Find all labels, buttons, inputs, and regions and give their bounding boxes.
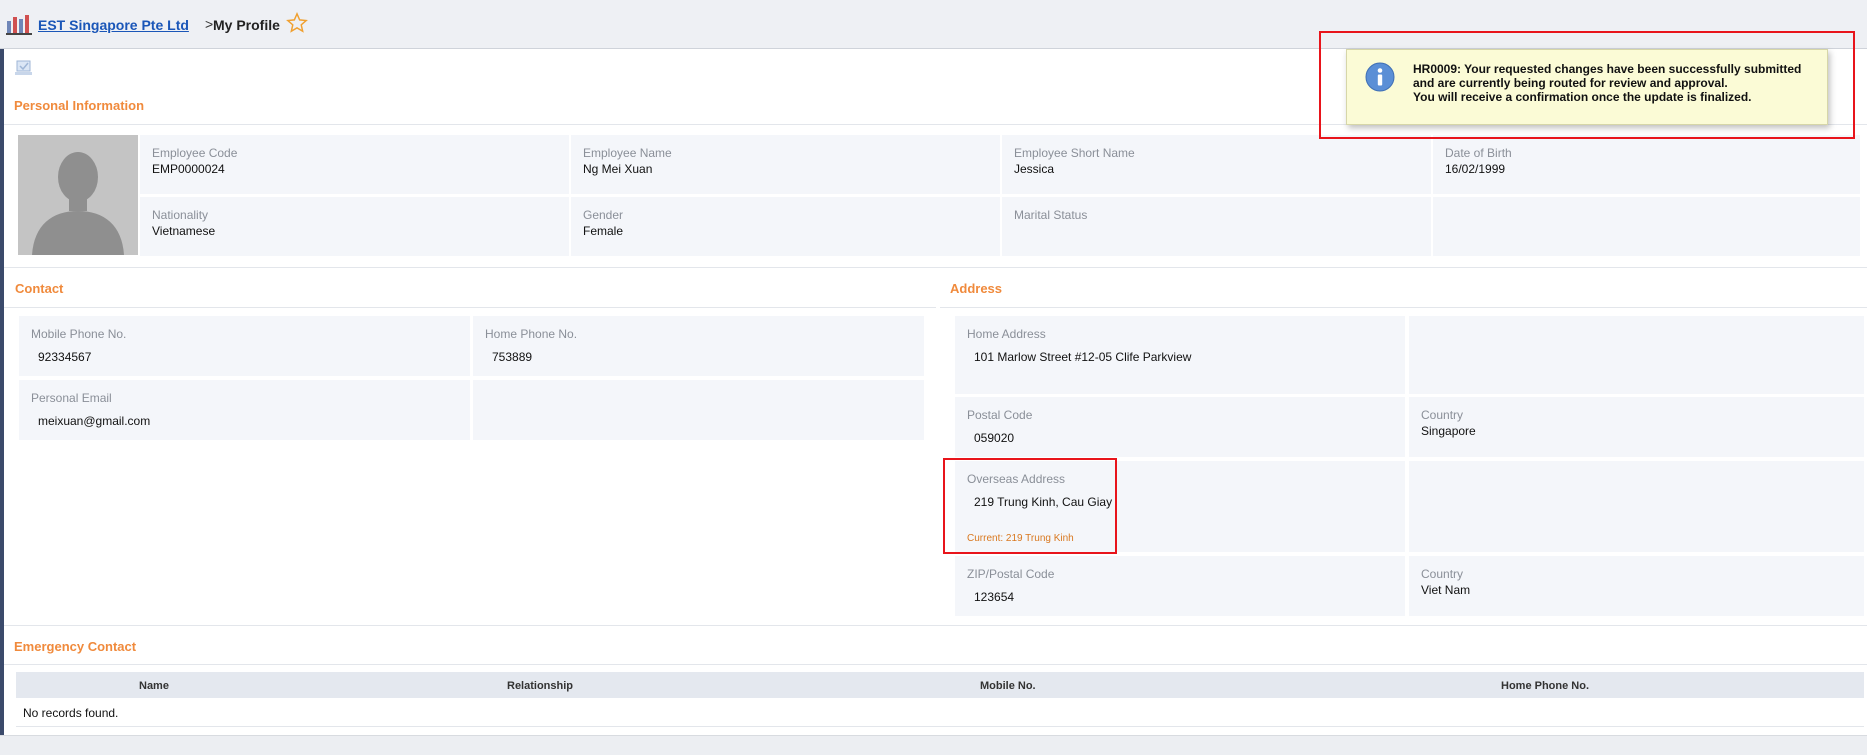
field-label: Country [1421,567,1464,581]
field-label: Employee Short Name [1014,146,1135,160]
divider [4,664,1867,665]
field-country: Country Singapore [1409,397,1864,457]
field-home-phone: Home Phone No. 753889 [473,316,924,376]
highlight-box-overseas [943,458,1117,554]
page-title: My Profile [213,17,280,33]
checkbox-icon[interactable] [14,60,34,76]
avatar-placeholder [18,135,138,255]
field-label: Postal Code [967,408,1033,422]
field-nationality: Nationality Vietnamese [140,197,569,256]
field-postal-code: Postal Code 059020 [955,397,1405,457]
field-value: 059020 [974,431,1015,445]
field-value: meixuan@gmail.com [38,414,151,428]
field-value: EMP0000024 [152,162,225,176]
field-label: Personal Email [31,391,112,405]
field-empty [473,380,924,440]
breadcrumb-separator: > [205,16,214,32]
field-label: ZIP/Postal Code [967,567,1055,581]
field-label: Gender [583,208,624,222]
section-title-personal: Personal Information [14,98,145,113]
field-value: Vietnamese [152,224,216,238]
field-marital-status: Marital Status [1002,197,1431,256]
field-value: Jessica [1014,162,1055,176]
field-gender: Gender Female [571,197,1000,256]
field-value: 753889 [492,350,533,364]
company-logo-icon [6,15,32,35]
field-label: Employee Name [583,146,672,160]
field-employee-short-name: Employee Short Name Jessica [1002,135,1431,194]
field-employee-code: Employee Code EMP0000024 [140,135,569,194]
divider [4,307,936,308]
field-value: 92334567 [38,350,92,364]
section-title-contact: Contact [15,281,64,296]
field-value: Ng Mei Xuan [583,162,653,176]
field-value: 123654 [974,590,1015,604]
field-label: Marital Status [1014,208,1088,222]
field-label: Country [1421,408,1464,422]
section-title-address: Address [950,281,1003,296]
divider [4,625,1867,626]
field-value: Female [583,224,624,238]
field-empty [1409,461,1864,552]
field-date-of-birth: Date of Birth 16/02/1999 [1433,135,1860,194]
field-label: Home Address [967,327,1046,341]
company-link[interactable]: EST Singapore Pte Ltd [38,17,189,33]
divider [16,726,1864,727]
field-zip-postal-code: ZIP/Postal Code 123654 [955,556,1405,616]
field-label: Home Phone No. [485,327,578,341]
column-header-name[interactable]: Name [139,680,169,692]
field-overseas-country: Country Viet Nam [1409,556,1864,616]
field-empty [1433,197,1860,256]
field-label: Nationality [152,208,209,222]
column-header-home-phone[interactable]: Home Phone No. [1501,680,1589,692]
table-header: Name Relationship Mobile No. Home Phone … [16,672,1864,698]
field-empty [1409,316,1864,394]
field-value: Viet Nam [1421,583,1471,597]
section-title-emergency: Emergency Contact [14,639,137,654]
field-mobile-phone: Mobile Phone No. 92334567 [19,316,470,376]
table-empty-message: No records found. [23,706,119,720]
divider [940,307,1867,308]
field-label: Employee Code [152,146,238,160]
field-label: Mobile Phone No. [31,327,127,341]
divider [4,267,1867,268]
avatar-silhouette-icon [18,135,138,255]
column-header-mobile[interactable]: Mobile No. [980,680,1036,692]
field-value: 101 Marlow Street #12-05 Clife Parkview [974,350,1192,364]
field-value: 16/02/1999 [1445,162,1506,176]
field-personal-email: Personal Email meixuan@gmail.com [19,380,470,440]
column-header-relationship[interactable]: Relationship [507,680,573,692]
field-label: Date of Birth [1445,146,1512,160]
window-edge [0,0,4,755]
field-employee-name: Employee Name Ng Mei Xuan [571,135,1000,194]
star-icon[interactable] [286,12,308,34]
field-home-address: Home Address 101 Marlow Street #12-05 Cl… [955,316,1405,394]
footer-bar [0,735,1867,755]
highlight-box-notification [1319,31,1855,139]
field-value: Singapore [1421,424,1476,438]
